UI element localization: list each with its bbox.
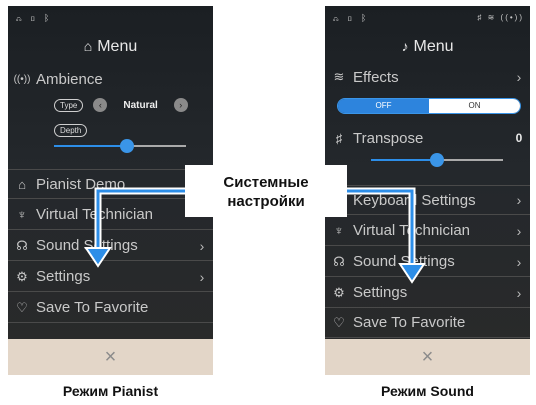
- notes-icon: ♪: [401, 38, 409, 54]
- heart-icon: ♡: [333, 314, 345, 330]
- effects-toggle[interactable]: OFF ON: [337, 98, 521, 114]
- chevron-right-icon: ›: [516, 69, 522, 85]
- menu-title: ♪ Menu: [401, 38, 454, 55]
- menu-item-transpose[interactable]: ♯ Transpose 0: [325, 123, 530, 153]
- stage: ☊ ▯ ᛒ ⌂ Menu ((•)) Ambience Type ‹ Natura…: [0, 0, 536, 405]
- previous-type-button[interactable]: ‹: [93, 98, 108, 112]
- lock-status-icon: ▯: [346, 13, 356, 23]
- ambience-label: ((•)) Ambience: [8, 68, 103, 90]
- close-button[interactable]: ×: [325, 339, 530, 375]
- depth-pill: Depth: [54, 124, 88, 137]
- menu-item-sound-settings[interactable]: ☊ Sound Settings ›: [8, 231, 213, 261]
- menu-item-settings[interactable]: ⚙ Settings ›: [325, 278, 530, 308]
- sound-mode-caption: Режим Sound: [381, 383, 474, 399]
- close-button[interactable]: ×: [8, 339, 213, 375]
- depth-slider[interactable]: [54, 139, 186, 153]
- menu-item-effects[interactable]: ≋ Effects ›: [325, 62, 530, 92]
- heart-icon: ♡: [16, 299, 28, 315]
- chevron-right-icon: ›: [199, 237, 205, 254]
- next-type-button[interactable]: ›: [173, 98, 188, 112]
- sound-mode-panel: ☊ ▯ ᛒ ♯ ≋ ((•)) ♪ Menu ≋ Effects › OFF ON…: [325, 6, 530, 375]
- type-pill: Type: [54, 98, 84, 112]
- piano-icon: ⌂: [18, 176, 26, 192]
- pianist-mode-panel: ☊ ▯ ᛒ ⌂ Menu ((•)) Ambience Type ‹ Natura…: [8, 6, 213, 375]
- status-bar: ☊ ▯ ᛒ: [333, 13, 369, 25]
- status-bar: ☊ ▯ ᛒ: [16, 13, 52, 25]
- menu-item-save-to-favorite[interactable]: ♡ Save To Favorite: [8, 293, 213, 323]
- transpose-status-icon: ♯: [477, 13, 484, 22]
- status-bar-right: ♯ ≋ ((•)): [477, 13, 524, 22]
- gear-icon: ⚙: [16, 268, 28, 284]
- type-value: Natural: [123, 99, 158, 111]
- callout-line-1: Системные: [223, 174, 309, 191]
- close-icon: ×: [421, 345, 434, 368]
- piano-icon: ⌂: [83, 38, 93, 54]
- transpose-slider[interactable]: [371, 153, 503, 167]
- pianist-mode-caption: Режим Pianist: [62, 383, 159, 399]
- headphones-icon: ☊: [333, 253, 345, 269]
- effects-on-option[interactable]: ON: [429, 99, 520, 113]
- bluetooth-status-icon: ᛒ: [43, 13, 53, 23]
- transpose-slider-knob[interactable]: [430, 153, 444, 167]
- lock-status-icon: ▯: [29, 13, 39, 23]
- headphones-status-icon: ☊: [16, 13, 25, 23]
- headphones-status-icon: ☊: [333, 13, 342, 23]
- effects-icon: ≋: [333, 69, 345, 84]
- chevron-right-icon: ›: [516, 284, 522, 301]
- menu-item-virtual-technician[interactable]: ♆ Virtual Technician: [8, 200, 213, 230]
- close-icon: ×: [104, 345, 117, 368]
- gear-icon: ⚙: [333, 284, 345, 300]
- menu-item-keyboard-settings[interactable]: ▭ Keyboard Settings ›: [325, 185, 530, 215]
- depth-slider-fill: [54, 145, 127, 147]
- ambience-status-icon: ((•)): [500, 13, 524, 22]
- depth-slider-knob[interactable]: [120, 139, 134, 153]
- effects-off-option[interactable]: OFF: [338, 99, 429, 113]
- headphones-icon: ☊: [16, 237, 28, 253]
- technician-icon: ♆: [334, 223, 344, 238]
- effects-status-icon: ≋: [487, 13, 497, 22]
- menu-item-sound-settings[interactable]: ☊ Sound Settings ›: [325, 247, 530, 277]
- bluetooth-status-icon: ᛒ: [360, 13, 370, 23]
- transpose-slider-fill: [371, 159, 437, 161]
- transpose-value: 0: [515, 131, 523, 145]
- menu-title: ⌂ Menu: [83, 38, 138, 55]
- chevron-right-icon: ›: [516, 192, 522, 208]
- technician-icon: ♆: [17, 207, 27, 222]
- transpose-icon: ♯: [335, 130, 343, 146]
- ambience-icon: ((•)): [13, 73, 31, 85]
- callout-line-2: настройки: [227, 193, 305, 210]
- type-selector: Type ‹ Natural ›: [54, 98, 188, 112]
- chevron-right-icon: ›: [199, 268, 205, 285]
- chevron-right-icon: ›: [516, 253, 522, 270]
- system-settings-callout: Системные настройки: [185, 165, 347, 217]
- menu-item-save-to-favorite[interactable]: ♡ Save To Favorite: [325, 308, 530, 338]
- menu-item-pianist-demo[interactable]: ⌂ Pianist Demo: [8, 169, 213, 199]
- menu-item-settings[interactable]: ⚙ Settings ›: [8, 262, 213, 292]
- menu-item-virtual-technician[interactable]: ♆ Virtual Technician ›: [325, 216, 530, 246]
- chevron-right-icon: ›: [516, 222, 522, 239]
